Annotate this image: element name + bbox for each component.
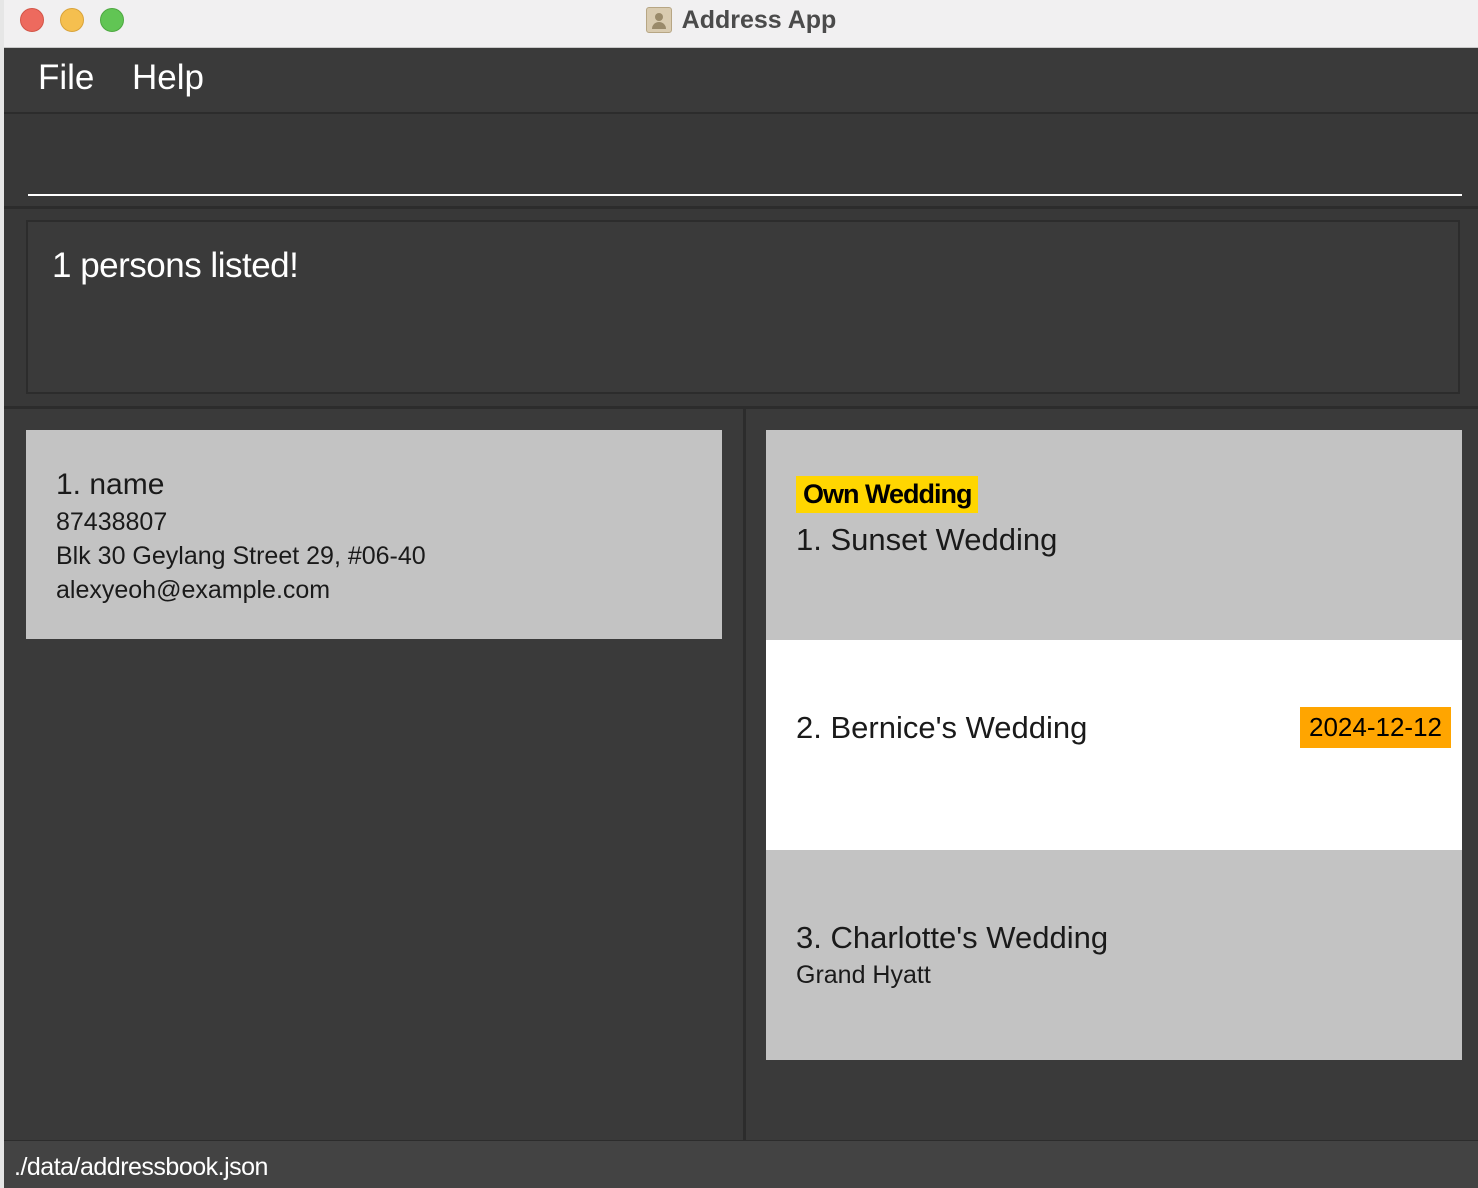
person-card[interactable]: 1. name 87438807 Blk 30 Geylang Street 2…: [26, 430, 722, 639]
status-bar: ./data/addressbook.json: [4, 1140, 1478, 1188]
wedding-name: 1. Sunset Wedding: [796, 522, 1058, 557]
person-email: alexyeoh@example.com: [56, 576, 331, 604]
result-message: 1 persons listed!: [52, 246, 299, 285]
wedding-card[interactable]: 3. Charlotte's Wedding Grand Hyatt: [766, 850, 1462, 1060]
menu-file[interactable]: File: [38, 58, 94, 98]
split-pane-divider[interactable]: [743, 409, 746, 1140]
person-name: 1. name: [56, 468, 165, 501]
wedding-date-badge: 2024-12-12: [1300, 707, 1451, 748]
menu-help[interactable]: Help: [132, 58, 204, 98]
command-box: [4, 114, 1478, 209]
title-bar: Address App: [4, 0, 1478, 48]
address-book-icon: [645, 7, 672, 33]
wedding-venue: Grand Hyatt: [796, 961, 931, 989]
result-display: 1 persons listed!: [26, 220, 1460, 394]
wedding-name: 3. Charlotte's Wedding: [796, 920, 1109, 955]
result-display-panel: 1 persons listed!: [4, 209, 1478, 409]
wedding-name: 2. Bernice's Wedding: [796, 710, 1088, 745]
person-phone: 87438807: [56, 508, 168, 536]
window-title-group: Address App: [4, 0, 1478, 40]
address-app-window: Address App File Help 1 persons listed! …: [4, 0, 1478, 1188]
list-panels: 1. name 87438807 Blk 30 Geylang Street 2…: [4, 409, 1478, 1140]
save-file-path: ./data/addressbook.json: [14, 1153, 268, 1181]
window-title: Address App: [681, 5, 837, 34]
menu-bar: File Help: [4, 48, 1478, 114]
wedding-card-selected[interactable]: 2. Bernice's Wedding 2024-12-12: [766, 640, 1462, 850]
person-address: Blk 30 Geylang Street 29, #06-40: [56, 542, 426, 570]
own-wedding-tag: Own Wedding: [796, 476, 979, 513]
command-input[interactable]: [28, 114, 1462, 196]
wedding-card[interactable]: Own Wedding 1. Sunset Wedding: [766, 430, 1462, 640]
